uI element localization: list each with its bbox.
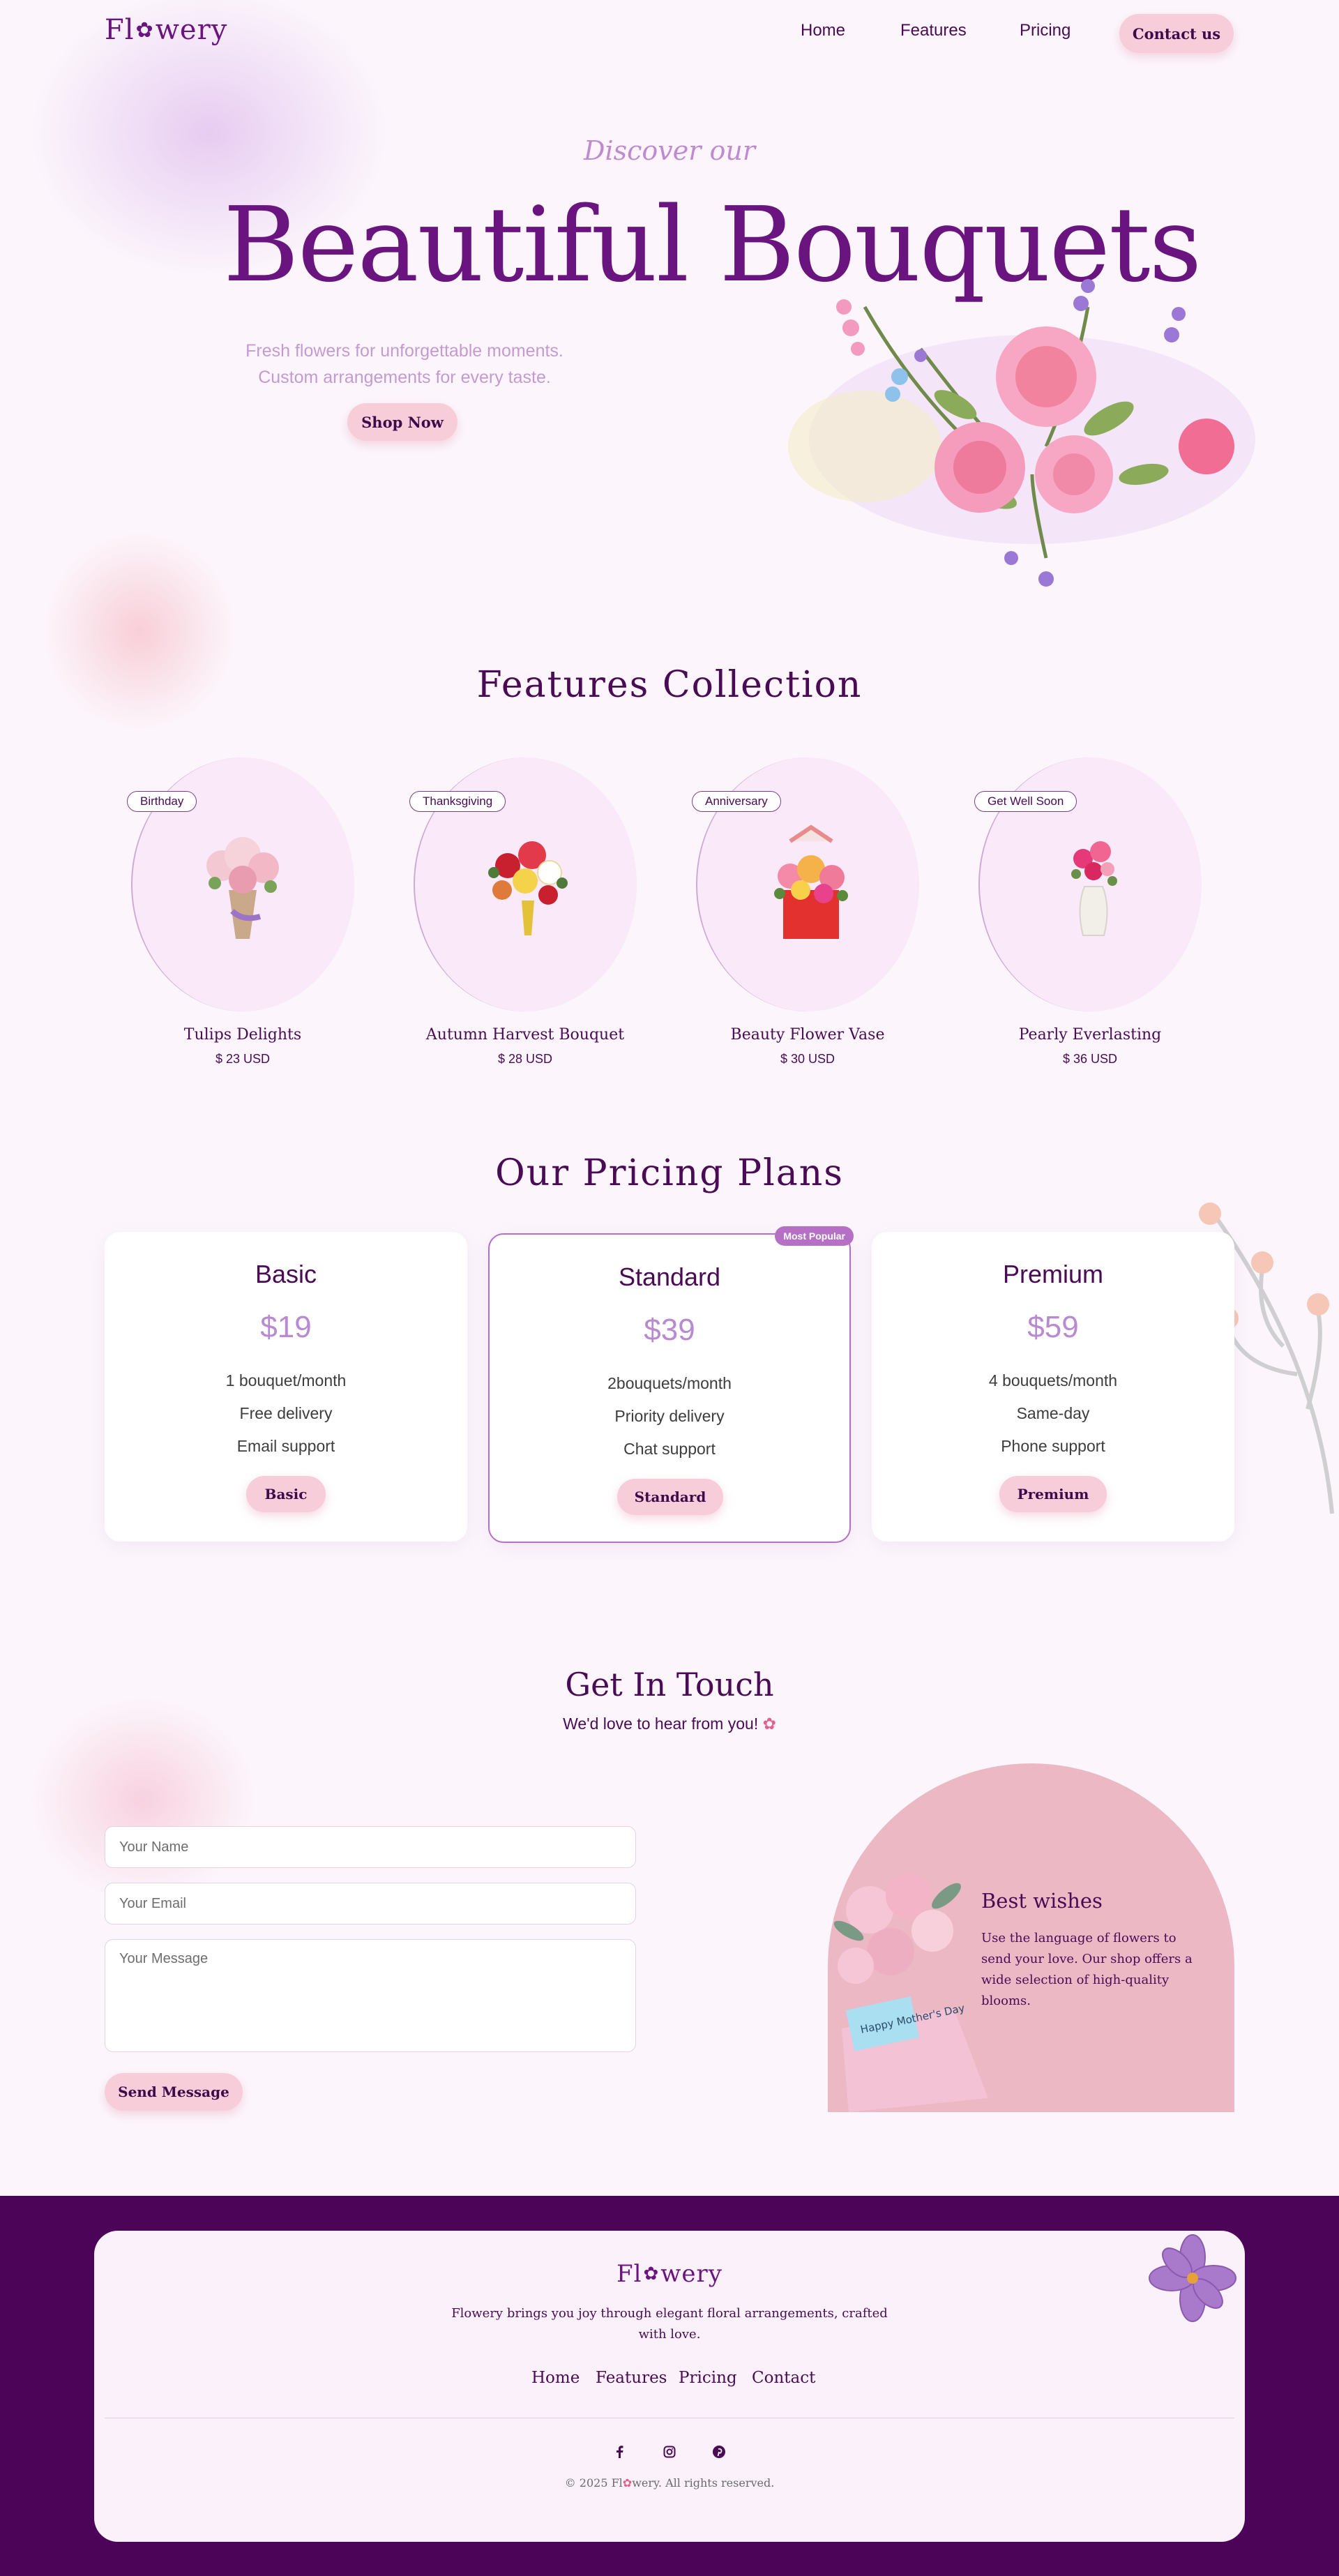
plan-feature: Email support bbox=[236, 1437, 335, 1455]
contact-subtitle-row: We'd love to hear from you! ✿ bbox=[0, 1715, 1339, 1733]
send-message-button[interactable]: Send Message bbox=[105, 2073, 243, 2111]
product-name[interactable]: Autumn Harvest Bouquet bbox=[386, 1026, 665, 1044]
copyright-text-right: wery. All rights reserved. bbox=[632, 2476, 775, 2490]
footer-link-contact[interactable]: Contact bbox=[752, 2369, 815, 2387]
product-name[interactable]: Beauty Flower Vase bbox=[668, 1026, 947, 1044]
product-price: $ 23 USD bbox=[215, 1052, 271, 1066]
product-name[interactable]: Pearly Everlasting bbox=[951, 1026, 1230, 1044]
plan-name: Standard bbox=[618, 1263, 721, 1291]
basic-plan-button[interactable]: Basic bbox=[246, 1476, 326, 1512]
contact-us-button[interactable]: Contact us bbox=[1119, 14, 1234, 53]
pricing-card-basic: Basic $19 1 bouquet/month Free delivery … bbox=[105, 1232, 467, 1542]
plan-price: $39 bbox=[644, 1313, 695, 1347]
pinterest-icon[interactable] bbox=[709, 2441, 729, 2462]
pricing-title: Our Pricing Plans bbox=[495, 1152, 844, 1194]
features-title: Features Collection bbox=[476, 664, 863, 706]
product-price: $ 36 USD bbox=[1062, 1052, 1118, 1066]
plan-name: Premium bbox=[1002, 1260, 1104, 1288]
footer-logo[interactable]: Fl ✿ wery bbox=[0, 2260, 1339, 2288]
plan-price: $19 bbox=[260, 1310, 312, 1344]
flower-icon: ✿ bbox=[622, 2476, 633, 2490]
contact-subtitle: We'd love to hear from you! bbox=[563, 1715, 759, 1733]
nav-link-home[interactable]: Home bbox=[801, 21, 845, 40]
product-price: $ 30 USD bbox=[780, 1052, 835, 1066]
best-wishes-card: Happy Mother's Day Best wishes Use the l… bbox=[828, 1763, 1234, 2112]
plan-feature: 1 bouquet/month bbox=[225, 1371, 347, 1389]
name-field[interactable]: Your Name bbox=[105, 1826, 636, 1868]
category-tag[interactable]: Birthday bbox=[127, 791, 197, 812]
hero-eyebrow: Discover our bbox=[584, 135, 755, 166]
brand-logo[interactable]: Fl ✿ wery bbox=[105, 14, 227, 46]
best-wishes-title: Best wishes bbox=[981, 1889, 1103, 1913]
plan-feature: Chat support bbox=[623, 1440, 716, 1458]
contact-title: Get In Touch bbox=[565, 1666, 774, 1703]
flower-envelope-image: Happy Mother's Day bbox=[833, 1874, 988, 2112]
category-tag[interactable]: Anniversary bbox=[692, 791, 781, 812]
flower-icon: ✿ bbox=[762, 1715, 776, 1733]
hero-subtitle-line: Fresh flowers for unforgettable moments. bbox=[245, 341, 563, 361]
shop-now-button[interactable]: Shop Now bbox=[347, 403, 457, 441]
logo-text-left: Fl bbox=[105, 14, 135, 46]
footer-link-home[interactable]: Home bbox=[531, 2369, 580, 2387]
most-popular-badge: Most Popular bbox=[775, 1226, 854, 1246]
flower-icon: ✿ bbox=[135, 17, 154, 43]
facebook-icon[interactable] bbox=[610, 2441, 630, 2462]
product-name[interactable]: Tulips Delights bbox=[103, 1026, 382, 1044]
premium-plan-button[interactable]: Premium bbox=[999, 1476, 1107, 1512]
standard-plan-button[interactable]: Standard bbox=[617, 1479, 723, 1515]
plan-price: $59 bbox=[1027, 1310, 1079, 1344]
top-navigation: Fl ✿ wery Home Features Pricing Contact … bbox=[0, 0, 1339, 67]
footer-link-pricing[interactable]: Pricing bbox=[679, 2369, 737, 2387]
logo-text-right: wery bbox=[155, 14, 228, 46]
best-wishes-text: Use the language of flowers to send your… bbox=[981, 1931, 1193, 2008]
instagram-icon[interactable] bbox=[659, 2441, 680, 2462]
bouquet-image bbox=[206, 837, 279, 939]
plan-feature: Free delivery bbox=[239, 1404, 333, 1422]
plan-name: Basic bbox=[255, 1260, 317, 1288]
hero-bouquet-image bbox=[788, 279, 1255, 587]
vase-image bbox=[1071, 841, 1117, 936]
product-price: $ 28 USD bbox=[497, 1052, 553, 1066]
plan-feature: Phone support bbox=[1001, 1437, 1105, 1455]
category-tag[interactable]: Get Well Soon bbox=[974, 791, 1077, 812]
plan-feature: 2bouquets/month bbox=[607, 1374, 732, 1392]
message-field[interactable]: Your Message bbox=[105, 1939, 636, 2052]
email-field[interactable]: Your Email bbox=[105, 1883, 636, 1925]
copyright: © 2025 Fl✿wery. All rights reserved. bbox=[0, 2476, 1339, 2490]
pricing-card-premium: Premium $59 4 bouquets/month Same-day Ph… bbox=[872, 1232, 1234, 1542]
pricing-card-standard: Most Popular Standard $39 2bouquets/mont… bbox=[488, 1226, 854, 1543]
footer-logo-text-right: wery bbox=[660, 2260, 723, 2288]
footer-logo-text-left: Fl bbox=[616, 2260, 642, 2288]
footer-tagline: Flowery brings you joy through elegant f… bbox=[451, 2306, 888, 2342]
nav-link-features[interactable]: Features bbox=[900, 21, 967, 40]
footer-link-features[interactable]: Features bbox=[596, 2369, 667, 2387]
plan-feature: Priority delivery bbox=[614, 1407, 725, 1425]
bouquet-image bbox=[488, 841, 568, 935]
plan-feature: Same-day bbox=[1016, 1404, 1090, 1422]
flower-icon: ✿ bbox=[643, 2264, 660, 2284]
flower-box-image bbox=[774, 824, 848, 939]
nav-link-pricing[interactable]: Pricing bbox=[1020, 21, 1071, 40]
hero-subtitle-line: Custom arrangements for every taste. bbox=[258, 368, 551, 387]
copyright-text-left: © 2025 Fl bbox=[564, 2476, 623, 2490]
category-tag[interactable]: Thanksgiving bbox=[409, 791, 506, 812]
hero-subtitle: Fresh flowers for unforgettable moments.… bbox=[209, 338, 600, 391]
plan-feature: 4 bouquets/month bbox=[988, 1371, 1118, 1389]
